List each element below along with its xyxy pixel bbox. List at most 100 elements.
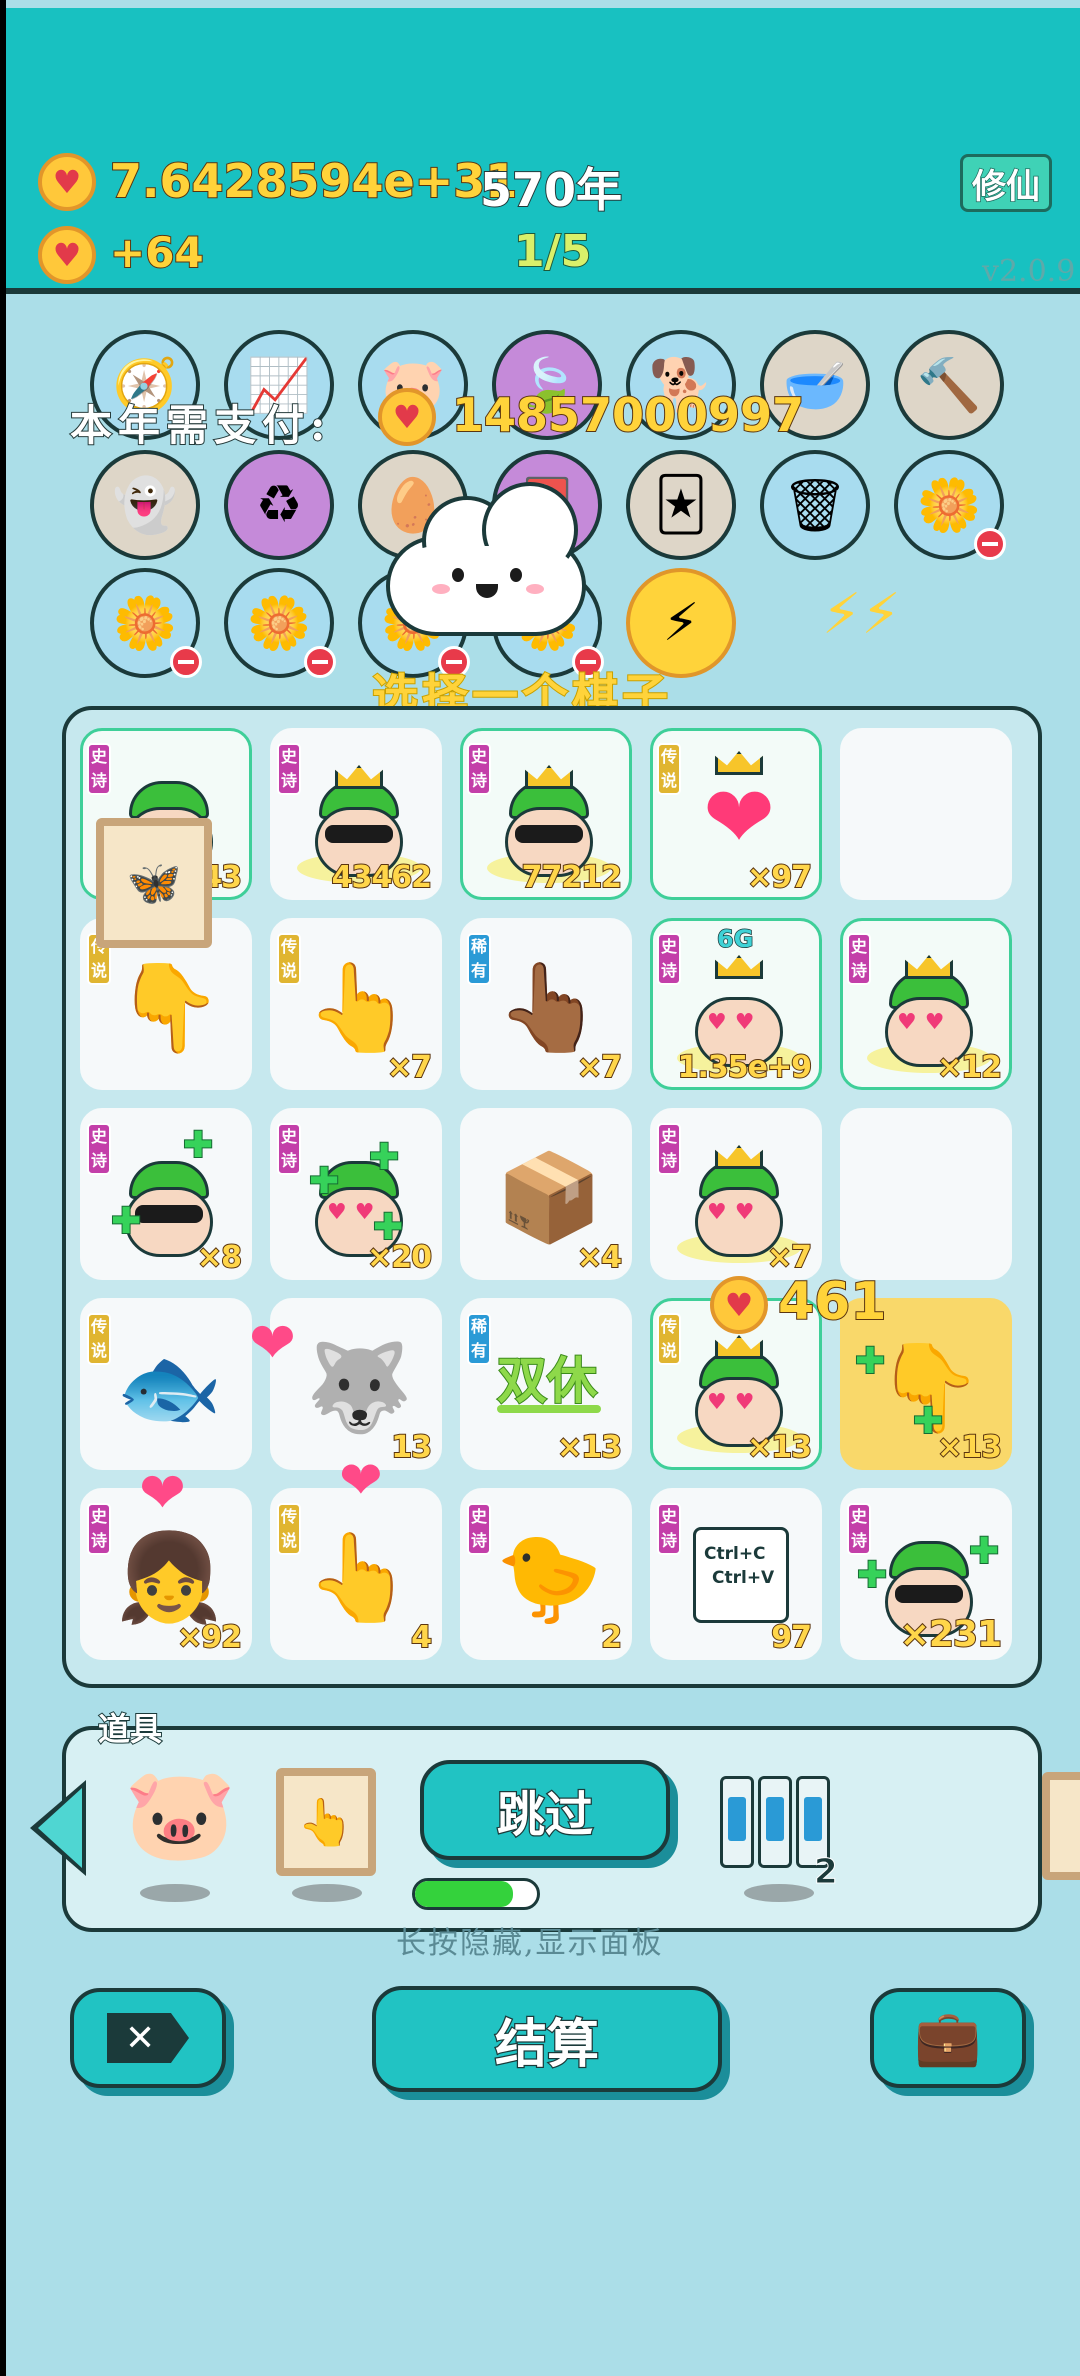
board-cell[interactable]: 传说 👆 ❤ 4 — [270, 1451, 442, 1660]
plus-icon: ✚ — [182, 1124, 214, 1167]
heart-icon: ❤ — [139, 1461, 186, 1526]
board-cell[interactable]: 传说 🐟 — [80, 1298, 252, 1470]
board-cell[interactable]: 史诗 ♥♥ 6G 1.35e+9 — [650, 918, 822, 1090]
cell-count: ×20 — [366, 1239, 433, 1276]
koi-fish-icon: 🐟 — [115, 1338, 223, 1438]
settle-button[interactable]: 结算 — [372, 1986, 722, 2092]
board-cell[interactable]: 史诗 ✚ ✚ ×231 — [840, 1488, 1012, 1660]
partial-item-card-icon[interactable] — [1042, 1772, 1080, 1880]
cultivate-button[interactable]: 修仙 — [960, 154, 1052, 212]
coins-value: 7.6428594e+31 — [109, 153, 518, 209]
board-cell-empty[interactable] — [840, 1108, 1012, 1280]
heart-icon: ❤ — [249, 1311, 296, 1376]
hammer-icon[interactable]: 🔨 — [894, 330, 1004, 440]
floating-gain: 461 — [777, 1271, 888, 1333]
cloud-mascot-icon — [366, 476, 608, 646]
plus-icon: ✚ — [368, 1136, 400, 1179]
cell-count: ×13 — [556, 1429, 623, 1466]
cell-count: ×8 — [196, 1239, 243, 1276]
copy-paste-card-icon: Ctrl+C Ctrl+V — [693, 1527, 789, 1623]
cell-count: 77212 — [521, 859, 623, 896]
payment-label: 本年需支付: — [69, 400, 332, 451]
rarity-badge: 稀有 — [467, 1313, 491, 1365]
ghost-icon[interactable]: 👻 — [90, 450, 200, 560]
round-label: 1/5 — [513, 225, 592, 278]
piggy-bank-item-icon[interactable]: 🐷 — [124, 1770, 236, 1860]
cell-count: ×97 — [746, 859, 813, 896]
item-shadow — [744, 1884, 814, 1902]
board-cell[interactable]: 史诗 ♥♥ ✚ ✚ ✚ ×20 — [270, 1108, 442, 1280]
pointer-card-item-icon[interactable]: 👆 — [276, 1768, 376, 1876]
recycle-icon[interactable]: ♻ — [224, 450, 334, 560]
flower-pot-icon[interactable]: 🌼 — [894, 450, 1006, 560]
skip-button[interactable]: 跳过 — [420, 1760, 670, 1860]
card-count: 2 — [814, 1852, 839, 1893]
board-cell[interactable]: 传说 👆 ×7 — [270, 918, 442, 1090]
card-pack-icon[interactable]: 🃏 — [626, 450, 736, 560]
board-cell[interactable]: 📦 ×4 — [460, 1108, 632, 1280]
pointing-hand-icon: 👇 — [115, 958, 223, 1058]
cell-count: ×13 — [936, 1429, 1003, 1466]
cell-count: ×7 — [576, 1049, 623, 1086]
trash-bag-icon[interactable]: 🗑 — [760, 450, 870, 560]
heart-coin-icon: ♥ — [38, 153, 96, 211]
chick-character-icon: 🐤 — [495, 1528, 603, 1628]
plus-icon: ✚ — [110, 1200, 142, 1243]
plus-icon: ✚ — [308, 1160, 340, 1203]
cell-count: 97 — [770, 1619, 813, 1656]
cell-count: 43462 — [331, 859, 433, 896]
cell-count: 1.35e+9 — [677, 1049, 813, 1086]
board-cell[interactable]: 史诗 🐤 2 — [460, 1488, 632, 1660]
cell-count: ×231 — [899, 1613, 1003, 1656]
board-cell[interactable]: 史诗 ✚ ✚ ×8 — [80, 1108, 252, 1280]
cell-count: ×92 — [176, 1619, 243, 1656]
board-cell[interactable]: 史诗 77212 — [460, 728, 632, 900]
board-cell[interactable]: 史诗 Ctrl+C Ctrl+V 97 — [650, 1488, 822, 1660]
version-label: v2.0.9 — [982, 254, 1076, 289]
cell-count: 4 — [410, 1619, 433, 1656]
divider-line — [497, 1405, 601, 1413]
6g-badge: 6G — [716, 924, 754, 954]
board-cell[interactable]: 稀有 双休 ×13 — [460, 1298, 632, 1470]
flower-pot-icon[interactable]: 🌼 — [224, 568, 336, 678]
cell-count: 13 — [390, 1429, 433, 1466]
rarity-badge: 史诗 — [657, 1503, 681, 1555]
year-label: 570年 — [479, 162, 623, 218]
lightning-spark-icon: ⚡⚡ — [822, 582, 901, 647]
income-coin-icon: ♥ — [38, 226, 96, 284]
item-shadow — [292, 1884, 362, 1902]
gain-coin-icon: ♥ — [710, 1276, 768, 1334]
settle-button-label: 结算 — [494, 2013, 601, 2076]
cell-count: 2 — [600, 1619, 623, 1656]
cell-count: ×12 — [936, 1049, 1003, 1086]
briefcase-button[interactable]: 💼 — [870, 1988, 1026, 2088]
plus-icon: ✚ — [968, 1530, 1000, 1573]
close-button[interactable]: ✕ — [70, 1988, 226, 2088]
board-cell-empty[interactable] — [840, 728, 1012, 900]
scroll-left-arrow-fill — [38, 1788, 82, 1868]
cell-count: ×4 — [576, 1239, 623, 1276]
panel-hint: 长按隐藏,显示面板 — [396, 1926, 664, 1961]
plus-icon: ✚ — [856, 1554, 888, 1597]
ctrl-v-label: Ctrl+V — [712, 1568, 775, 1588]
double-rest-text: 双休 — [496, 1351, 598, 1411]
top-bar: ♥ 7.6428594e+31 570年 修仙 ♥ +64 1/5 v2.0.9 — [6, 8, 1080, 294]
board-cell[interactable]: 史诗 43462 — [270, 728, 442, 900]
board-cell[interactable]: 稀有 👆🏾 ×7 — [460, 918, 632, 1090]
briefcase-icon: 💼 — [914, 2006, 982, 2069]
delete-icon: ✕ — [107, 2013, 189, 2063]
board-cell[interactable]: 传说 ❤ ×97 — [650, 728, 822, 900]
flower-pot-icon[interactable]: 🌼 — [90, 568, 202, 678]
skip-progress-fill — [415, 1881, 513, 1907]
board-cell[interactable]: 史诗 ♥♥ ×7 — [650, 1108, 822, 1280]
board-cell[interactable]: 史诗 👧 ❤ ×92 — [80, 1461, 252, 1660]
skip-progress-bar — [412, 1878, 540, 1910]
board-cell[interactable]: 🐺 ❤ 13 — [249, 1298, 442, 1470]
pointing-hand-icon: 👆 — [305, 1528, 413, 1628]
minus-badge-icon — [974, 528, 1006, 560]
ctrl-c-label: Ctrl+C — [704, 1544, 766, 1564]
butterfly-card-icon[interactable]: 🦋 — [96, 818, 212, 948]
minus-badge-icon — [304, 646, 336, 678]
plus-icon: ✚ — [854, 1340, 886, 1383]
board-cell[interactable]: 史诗 ♥♥ ×12 — [840, 918, 1012, 1090]
